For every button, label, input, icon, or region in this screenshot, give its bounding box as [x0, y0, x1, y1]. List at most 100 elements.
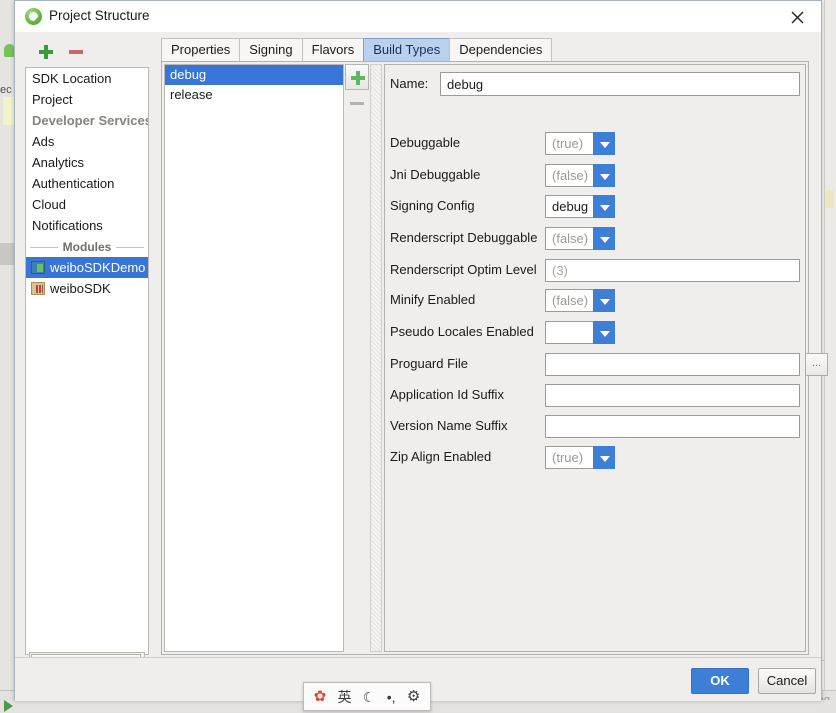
zip-align-enabled-dropdown[interactable]: (true)	[545, 446, 615, 469]
chevron-down-icon	[593, 321, 615, 344]
sidebar-item-label: weiboSDKDemo	[50, 260, 146, 275]
name-row: Name:	[390, 72, 800, 96]
signing-config-dropdown[interactable]: debug	[545, 195, 615, 218]
field-label: Signing Config	[390, 198, 475, 213]
tab-dependencies[interactable]: Dependencies	[449, 38, 553, 61]
field-signing-config: Signing Config debug	[390, 193, 800, 219]
field-proguard-file: Proguard File ...	[390, 351, 828, 377]
chevron-down-icon	[593, 289, 615, 312]
build-types-panel: debug release Name: Debuggable (true)	[161, 61, 828, 655]
ime-settings-icon[interactable]: ⚙	[407, 689, 420, 704]
sidebar-item-notifications[interactable]: Notifications	[26, 215, 148, 236]
sidebar-item-ads[interactable]: Ads	[26, 131, 148, 152]
chevron-down-icon	[593, 132, 615, 155]
field-minify-enabled: Minify Enabled (false)	[390, 287, 800, 313]
field-label: Debuggable	[390, 135, 461, 150]
version-name-suffix-input[interactable]	[545, 415, 800, 438]
dropdown-value: debug	[545, 195, 593, 218]
dropdown-value: (false)	[545, 164, 593, 187]
modules-separator: Modules	[26, 236, 148, 257]
minify-enabled-dropdown[interactable]: (false)	[545, 289, 615, 312]
remove-module-button[interactable]	[69, 50, 83, 54]
field-pseudo-locales-enabled: Pseudo Locales Enabled	[390, 319, 800, 345]
close-button[interactable]	[775, 1, 821, 31]
dropdown-value: (false)	[545, 289, 593, 312]
dropdown-value	[545, 321, 593, 344]
chevron-down-icon	[593, 195, 615, 218]
build-type-list-scrollbar[interactable]	[370, 64, 382, 652]
field-label: Renderscript Optim Level	[390, 262, 537, 277]
sidebar-item-weibosdkdemo[interactable]: weiboSDKDemo	[26, 257, 148, 278]
ime-language-toggle[interactable]: 英	[338, 690, 352, 704]
tab-signing[interactable]: Signing	[239, 38, 303, 61]
settings-sidebar: SDK Location Project Developer Services …	[25, 67, 149, 655]
android-studio-icon	[25, 8, 42, 25]
build-type-list: debug release	[164, 64, 344, 652]
close-icon	[791, 11, 804, 24]
field-label: Pseudo Locales Enabled	[390, 324, 534, 339]
dialog-title-bar: Project Structure	[15, 1, 821, 33]
field-debuggable: Debuggable (true)	[390, 130, 800, 156]
proguard-file-browse-button[interactable]: ...	[805, 353, 828, 376]
tab-properties[interactable]: Properties	[161, 38, 241, 61]
field-jni-debuggable: Jni Debuggable (false)	[390, 162, 800, 188]
add-module-button[interactable]	[39, 45, 53, 59]
field-renderscript-optim-level: Renderscript Optim Level	[390, 257, 800, 283]
dropdown-value: (false)	[545, 227, 593, 250]
field-label: Application Id Suffix	[390, 387, 504, 402]
ok-button[interactable]: OK	[691, 668, 749, 694]
android-app-module-icon	[31, 261, 45, 274]
sidebar-group-developer-services[interactable]: Developer Services	[26, 110, 148, 131]
list-item[interactable]: release	[165, 85, 343, 105]
field-label: Version Name Suffix	[390, 418, 508, 433]
baidu-paw-icon[interactable]: ✿	[314, 689, 327, 704]
build-type-list-buttons	[345, 64, 369, 120]
sidebar-item-project[interactable]: Project	[26, 89, 148, 110]
sidebar-toolbar	[27, 40, 153, 64]
run-icon	[4, 700, 13, 712]
ime-moon-icon[interactable]: ☾	[363, 690, 376, 704]
list-item[interactable]: debug	[165, 65, 343, 85]
ime-punctuation-icon[interactable]: •,	[387, 690, 396, 704]
field-label: Minify Enabled	[390, 292, 476, 307]
tab-bar: Properties Signing Flavors Build Types D…	[161, 38, 553, 61]
background-edge-text: ec	[0, 84, 12, 96]
name-input[interactable]	[440, 72, 800, 96]
sidebar-item-analytics[interactable]: Analytics	[26, 152, 148, 173]
tab-flavors[interactable]: Flavors	[301, 38, 365, 61]
build-type-detail-form: Name: Debuggable (true) Jni Debuggable (…	[384, 64, 828, 652]
dialog-body: SDK Location Project Developer Services …	[15, 32, 828, 665]
field-zip-align-enabled: Zip Align Enabled (true)	[390, 444, 800, 470]
field-application-id-suffix: Application Id Suffix	[390, 382, 800, 408]
sidebar-item-weibosdk[interactable]: weiboSDK	[26, 278, 148, 299]
field-version-name-suffix: Version Name Suffix	[390, 413, 800, 439]
renderscript-debuggable-dropdown[interactable]: (false)	[545, 227, 615, 250]
proguard-file-input[interactable]	[545, 353, 800, 376]
sidebar-item-cloud[interactable]: Cloud	[26, 194, 148, 215]
sidebar-item-sdk-location[interactable]: SDK Location	[26, 68, 148, 89]
dropdown-value: (true)	[545, 132, 593, 155]
add-build-type-button[interactable]	[345, 64, 369, 90]
name-label: Name:	[390, 76, 429, 91]
chevron-down-icon	[593, 164, 615, 187]
field-label: Jni Debuggable	[390, 167, 481, 182]
application-id-suffix-input[interactable]	[545, 384, 800, 407]
sidebar-item-label: weiboSDK	[50, 281, 111, 296]
chevron-down-icon	[593, 446, 615, 469]
modules-separator-label: Modules	[57, 240, 117, 254]
ide-right-strip	[824, 0, 836, 690]
dropdown-value: (true)	[545, 446, 593, 469]
renderscript-optim-level-input[interactable]	[545, 259, 800, 282]
debuggable-dropdown[interactable]: (true)	[545, 132, 615, 155]
sidebar-item-authentication[interactable]: Authentication	[26, 173, 148, 194]
field-label: Renderscript Debuggable	[390, 230, 538, 245]
field-renderscript-debuggable: Renderscript Debuggable (false)	[390, 225, 800, 251]
field-label: Zip Align Enabled	[390, 449, 492, 464]
cancel-button[interactable]: Cancel	[758, 668, 816, 694]
jni-debuggable-dropdown[interactable]: (false)	[545, 164, 615, 187]
tab-build-types[interactable]: Build Types	[363, 38, 451, 61]
chevron-down-icon	[593, 227, 615, 250]
pseudo-locales-enabled-dropdown[interactable]	[545, 321, 615, 344]
remove-build-type-button[interactable]	[345, 91, 369, 117]
dialog-title: Project Structure	[49, 8, 150, 23]
